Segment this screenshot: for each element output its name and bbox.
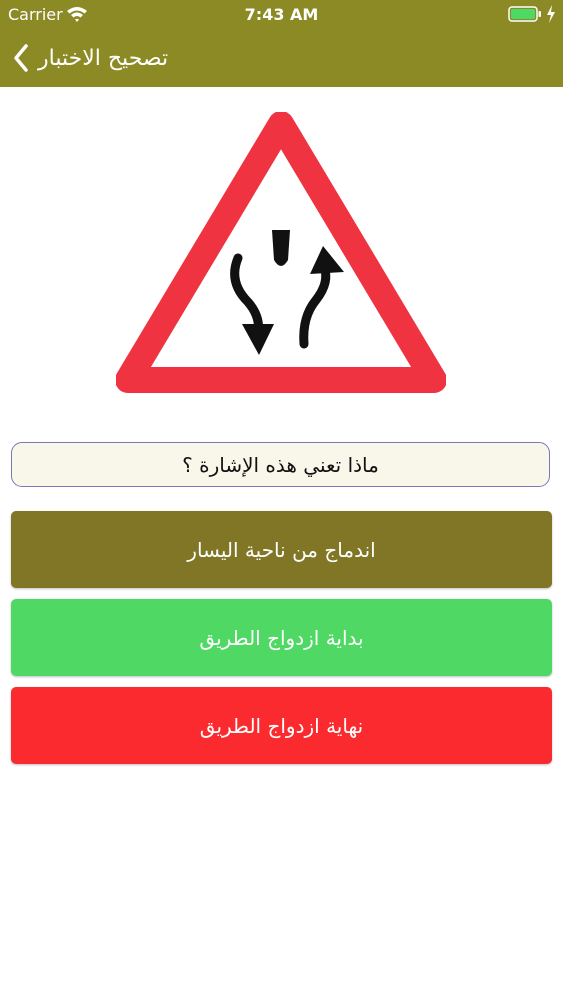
- chevron-left-icon: [14, 44, 28, 72]
- navigation-bar: تصحيح الاختبار: [0, 30, 563, 87]
- battery-icon: [508, 6, 541, 22]
- back-button[interactable]: تصحيح الاختبار: [12, 40, 168, 76]
- question-text: ماذا تعني هذه الإشارة ؟: [11, 442, 550, 487]
- road-sign-image: [115, 111, 447, 397]
- page-title: تصحيح الاختبار: [38, 45, 169, 71]
- answer-option-dual-carriageway-end[interactable]: نهاية ازدواج الطريق: [11, 687, 552, 764]
- answer-option-merge-left[interactable]: اندماج من ناحية اليسار: [11, 511, 552, 588]
- status-time: 7:43 AM: [244, 5, 319, 24]
- charging-bolt-icon: [547, 5, 555, 23]
- answer-option-dual-carriageway-start[interactable]: بداية ازدواج الطريق: [11, 599, 552, 676]
- status-bar: Carrier 7:43 AM: [0, 0, 563, 30]
- road-sign-dual-carriageway-icon: [115, 111, 447, 393]
